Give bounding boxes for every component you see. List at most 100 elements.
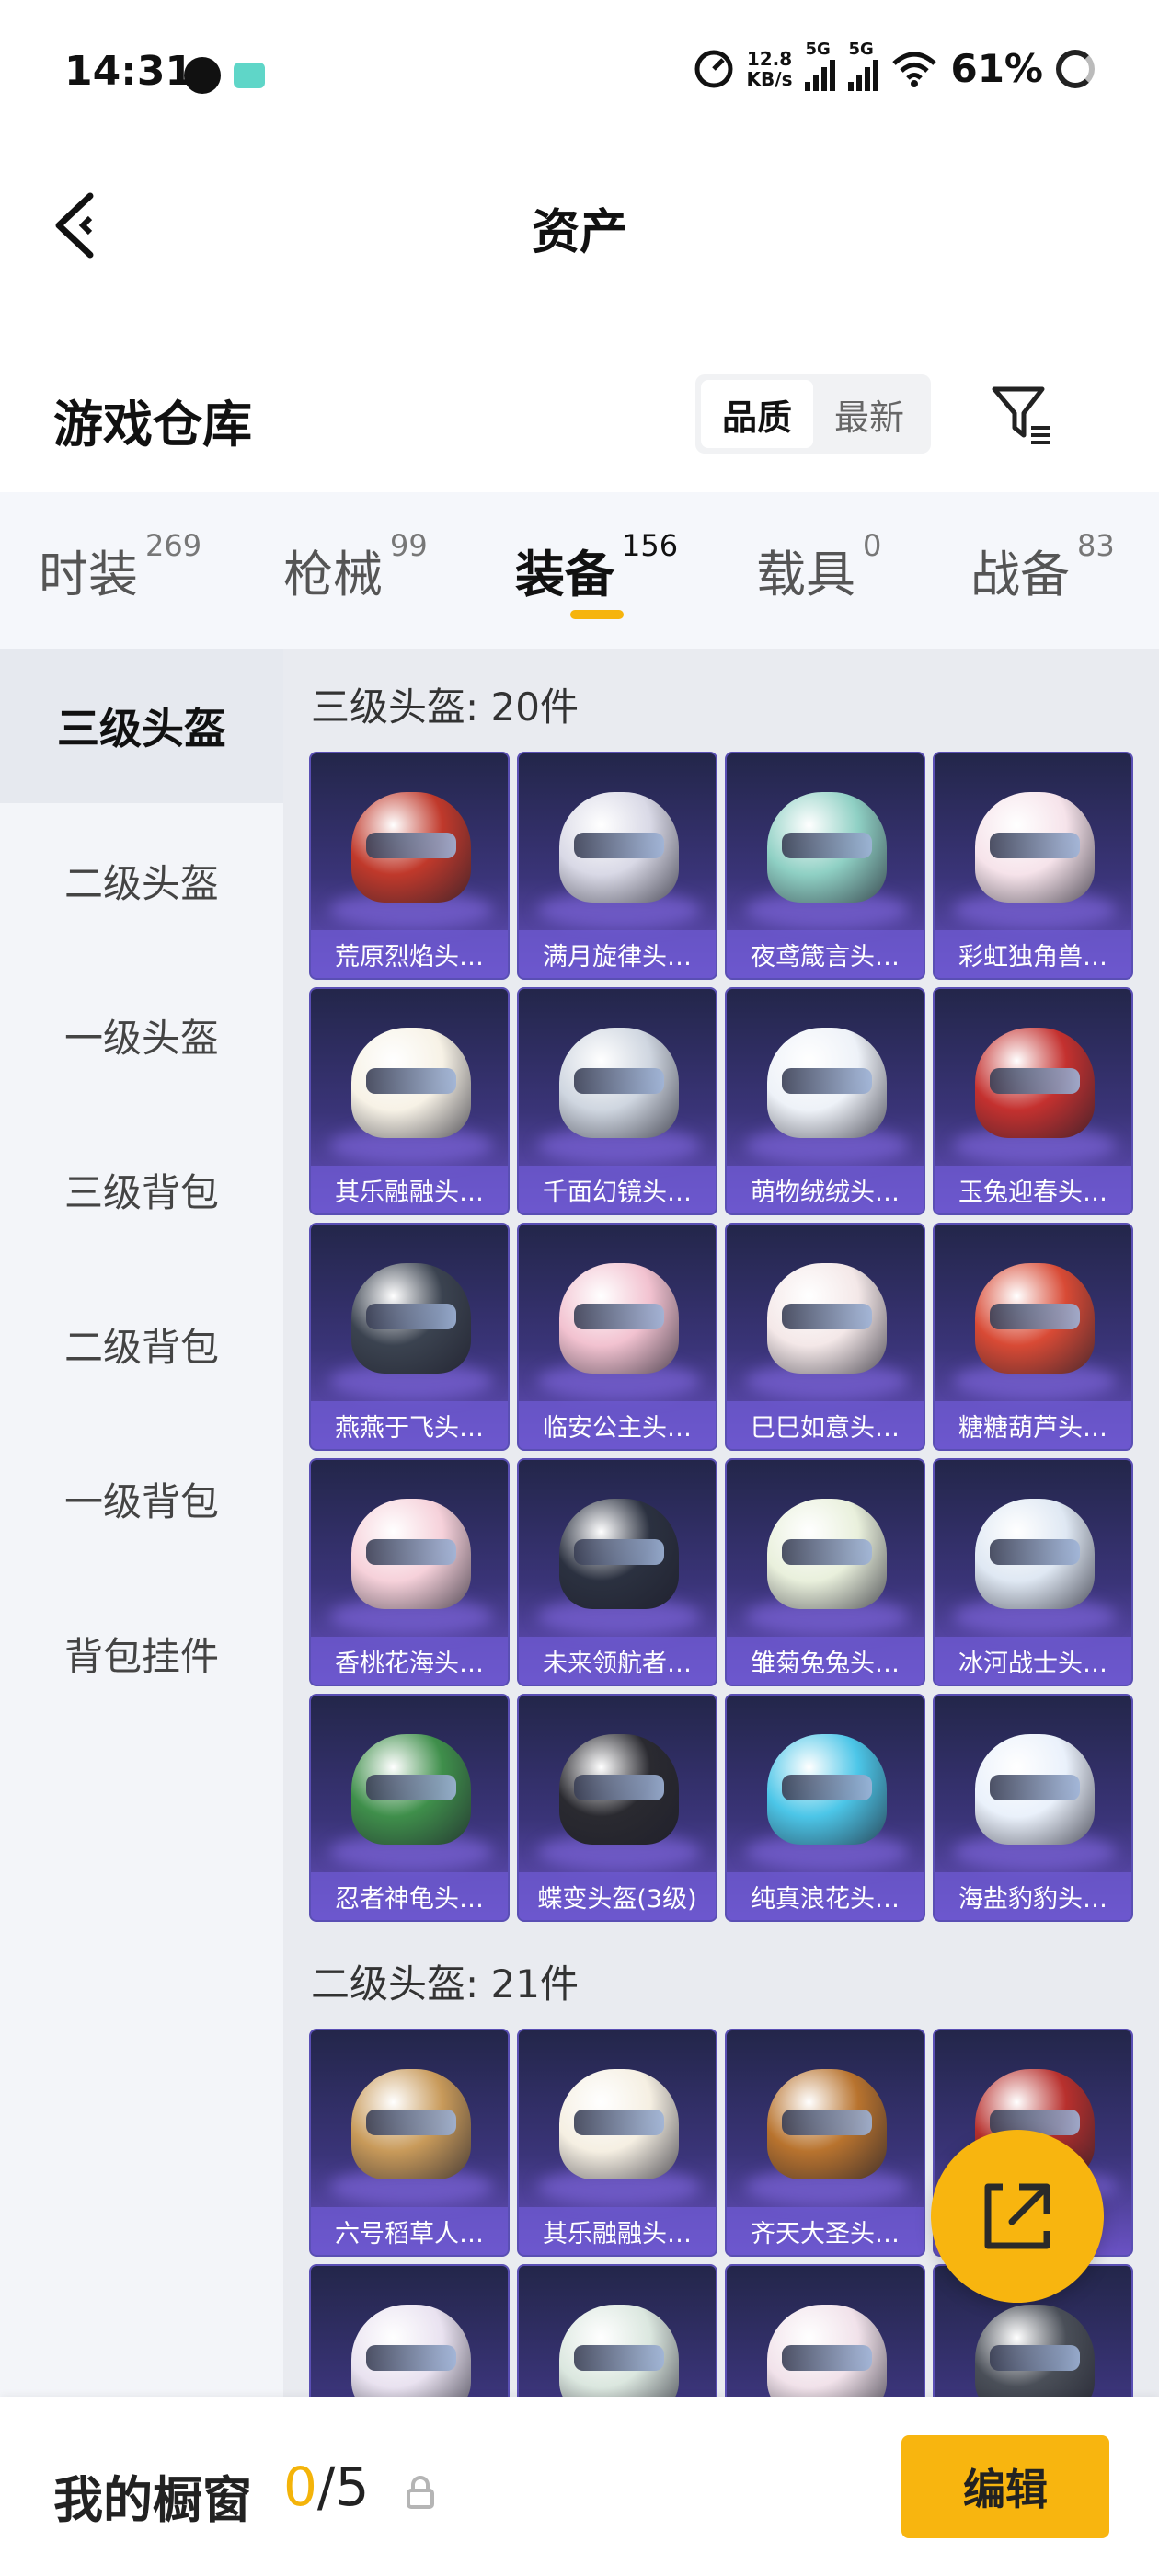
item-name: 荒原烈焰头… [311,930,508,978]
item-card[interactable]: 忍者神龟头… [309,1694,510,1922]
sort-quality-button[interactable]: 品质 [701,380,813,448]
sidebar-item-1[interactable]: 二级头盔 [0,803,283,958]
item-name: 其乐融融头… [519,2207,716,2255]
helmet-visor [366,1539,456,1565]
item-card[interactable] [309,2264,510,2397]
item-name: 六号稻草人… [311,2207,508,2255]
page-title: 资产 [531,205,627,260]
item-card[interactable]: 雏菊兔兔头… [725,1458,925,1686]
tab-1[interactable]: 枪械 99 [283,528,428,606]
sidebar-item-3[interactable]: 三级背包 [0,1112,283,1267]
tab-label: 载具 [756,546,855,604]
edit-button[interactable]: 编辑 [901,2435,1109,2538]
item-card[interactable]: 满月旋律头… [517,752,717,980]
section-title: 二级头盔: 21件 [311,1961,579,2007]
sort-latest-button[interactable]: 最新 [813,380,925,448]
filter-icon[interactable] [989,382,1055,448]
item-name: 纯真浪花头… [727,1872,924,1920]
helmet-visor [366,2110,456,2135]
status-time: 14:31 [64,48,194,95]
helmet-visor [782,1304,872,1329]
item-card[interactable]: 海盐豹豹头… [933,1694,1133,1922]
tab-label: 枪械 [283,546,383,604]
helmet-visor [782,2345,872,2371]
showcase-count: 0/5 [283,2455,370,2518]
share-button[interactable] [931,2130,1104,2303]
item-card[interactable]: 萌物绒绒头… [725,987,925,1215]
warehouse-header: 游戏仓库 品质 最新 [0,363,1159,474]
wifi-icon [892,52,937,87]
tab-label: 装备 [515,546,614,604]
item-name: 蝶变头盔(3级) [519,1872,716,1920]
helmet-visor [782,2110,872,2135]
tab-label: 时装 [39,546,138,604]
item-card[interactable]: 其乐融融头… [517,2029,717,2257]
helmet-visor [990,833,1080,858]
item-card[interactable]: 香桃花海头… [309,1458,510,1686]
item-name: 忍者神龟头… [311,1872,508,1920]
helmet-visor [366,1304,456,1329]
status-bar: 14:31 12.8 KB/s 5G 5G 61% [0,0,1159,156]
section-title: 三级头盔: 20件 [311,684,579,730]
item-card[interactable]: 玉兔迎春头… [933,987,1133,1215]
tab-count: 269 [145,528,202,563]
tab-0[interactable]: 时装 269 [39,528,201,606]
helmet-visor [366,2345,456,2371]
helmet-visor [574,833,664,858]
item-card[interactable]: 其乐融融头… [309,987,510,1215]
sidebar-item-4[interactable]: 二级背包 [0,1267,283,1421]
item-card[interactable]: 夜鸢箴言头… [725,752,925,980]
item-card[interactable]: 六号稻草人… [309,2029,510,2257]
item-name: 燕燕于飞头… [311,1401,508,1449]
item-name: 香桃花海头… [311,1637,508,1685]
sidebar-item-2[interactable]: 一级头盔 [0,958,283,1112]
item-card[interactable]: 燕燕于飞头… [309,1223,510,1451]
sort-toggle: 品质 最新 [695,374,931,454]
item-card[interactable]: 纯真浪花头… [725,1694,925,1922]
showcase-label: 我的橱窗 [53,2471,252,2529]
helmet-visor [574,1068,664,1094]
item-name: 雏菊兔兔头… [727,1637,924,1685]
lock-icon [407,2476,434,2509]
item-card[interactable]: 临安公主头… [517,1223,717,1451]
tab-3[interactable]: 载具 0 [756,528,881,606]
item-card[interactable]: 未来领航者… [517,1458,717,1686]
tab-2[interactable]: 装备 156 [515,528,678,606]
category-tabs: 时装 269 枪械 99 装备 156 载具 0 战备 83 [0,492,1159,649]
network-speed-value: 12.8 [746,47,793,70]
item-card[interactable]: 蝶变头盔(3级) [517,1694,717,1922]
tab-4[interactable]: 战备 83 [970,528,1115,606]
item-name: 冰河战士头… [935,1637,1131,1685]
item-card[interactable]: 彩虹独角兽… [933,752,1133,980]
item-card[interactable]: 千面幻镜头… [517,987,717,1215]
helmet-visor [782,1775,872,1800]
helmet-visor [782,1539,872,1565]
item-card[interactable] [517,2264,717,2397]
header: 资产 [0,156,1159,294]
item-card[interactable]: 糖糖葫芦头… [933,1223,1133,1451]
helmet-visor [574,1775,664,1800]
sidebar-item-0[interactable]: 三级头盔 [0,649,283,803]
signal-icon-1: 5G [805,40,836,91]
item-card[interactable] [725,2264,925,2397]
battery-icon [1056,49,1095,88]
item-card[interactable]: 齐天大圣头… [725,2029,925,2257]
item-name: 满月旋律头… [519,930,716,978]
helmet-visor [574,1539,664,1565]
item-name: 千面幻镜头… [519,1166,716,1213]
helmet-visor [574,1304,664,1329]
battery-percent: 61% [950,46,1043,91]
helmet-visor [990,1068,1080,1094]
helmet-visor [990,1304,1080,1329]
item-name: 彩虹独角兽… [935,930,1131,978]
sidebar-item-5[interactable]: 一级背包 [0,1421,283,1576]
tab-count: 83 [1077,528,1115,563]
sidebar-item-6[interactable]: 背包挂件 [0,1576,283,1731]
item-card[interactable]: 巳巳如意头… [725,1223,925,1451]
item-grid: 荒原烈焰头… 满月旋律头… 夜鸢箴言头… 彩虹独角兽… 其乐融融头… 千面幻镜头… 萌物绒绒… [309,752,1133,1922]
speedometer-icon [694,50,733,87]
helmet-visor [366,833,456,858]
item-card[interactable]: 荒原烈焰头… [309,752,510,980]
item-card[interactable]: 冰河战士头… [933,1458,1133,1686]
item-name: 海盐豹豹头… [935,1872,1131,1920]
